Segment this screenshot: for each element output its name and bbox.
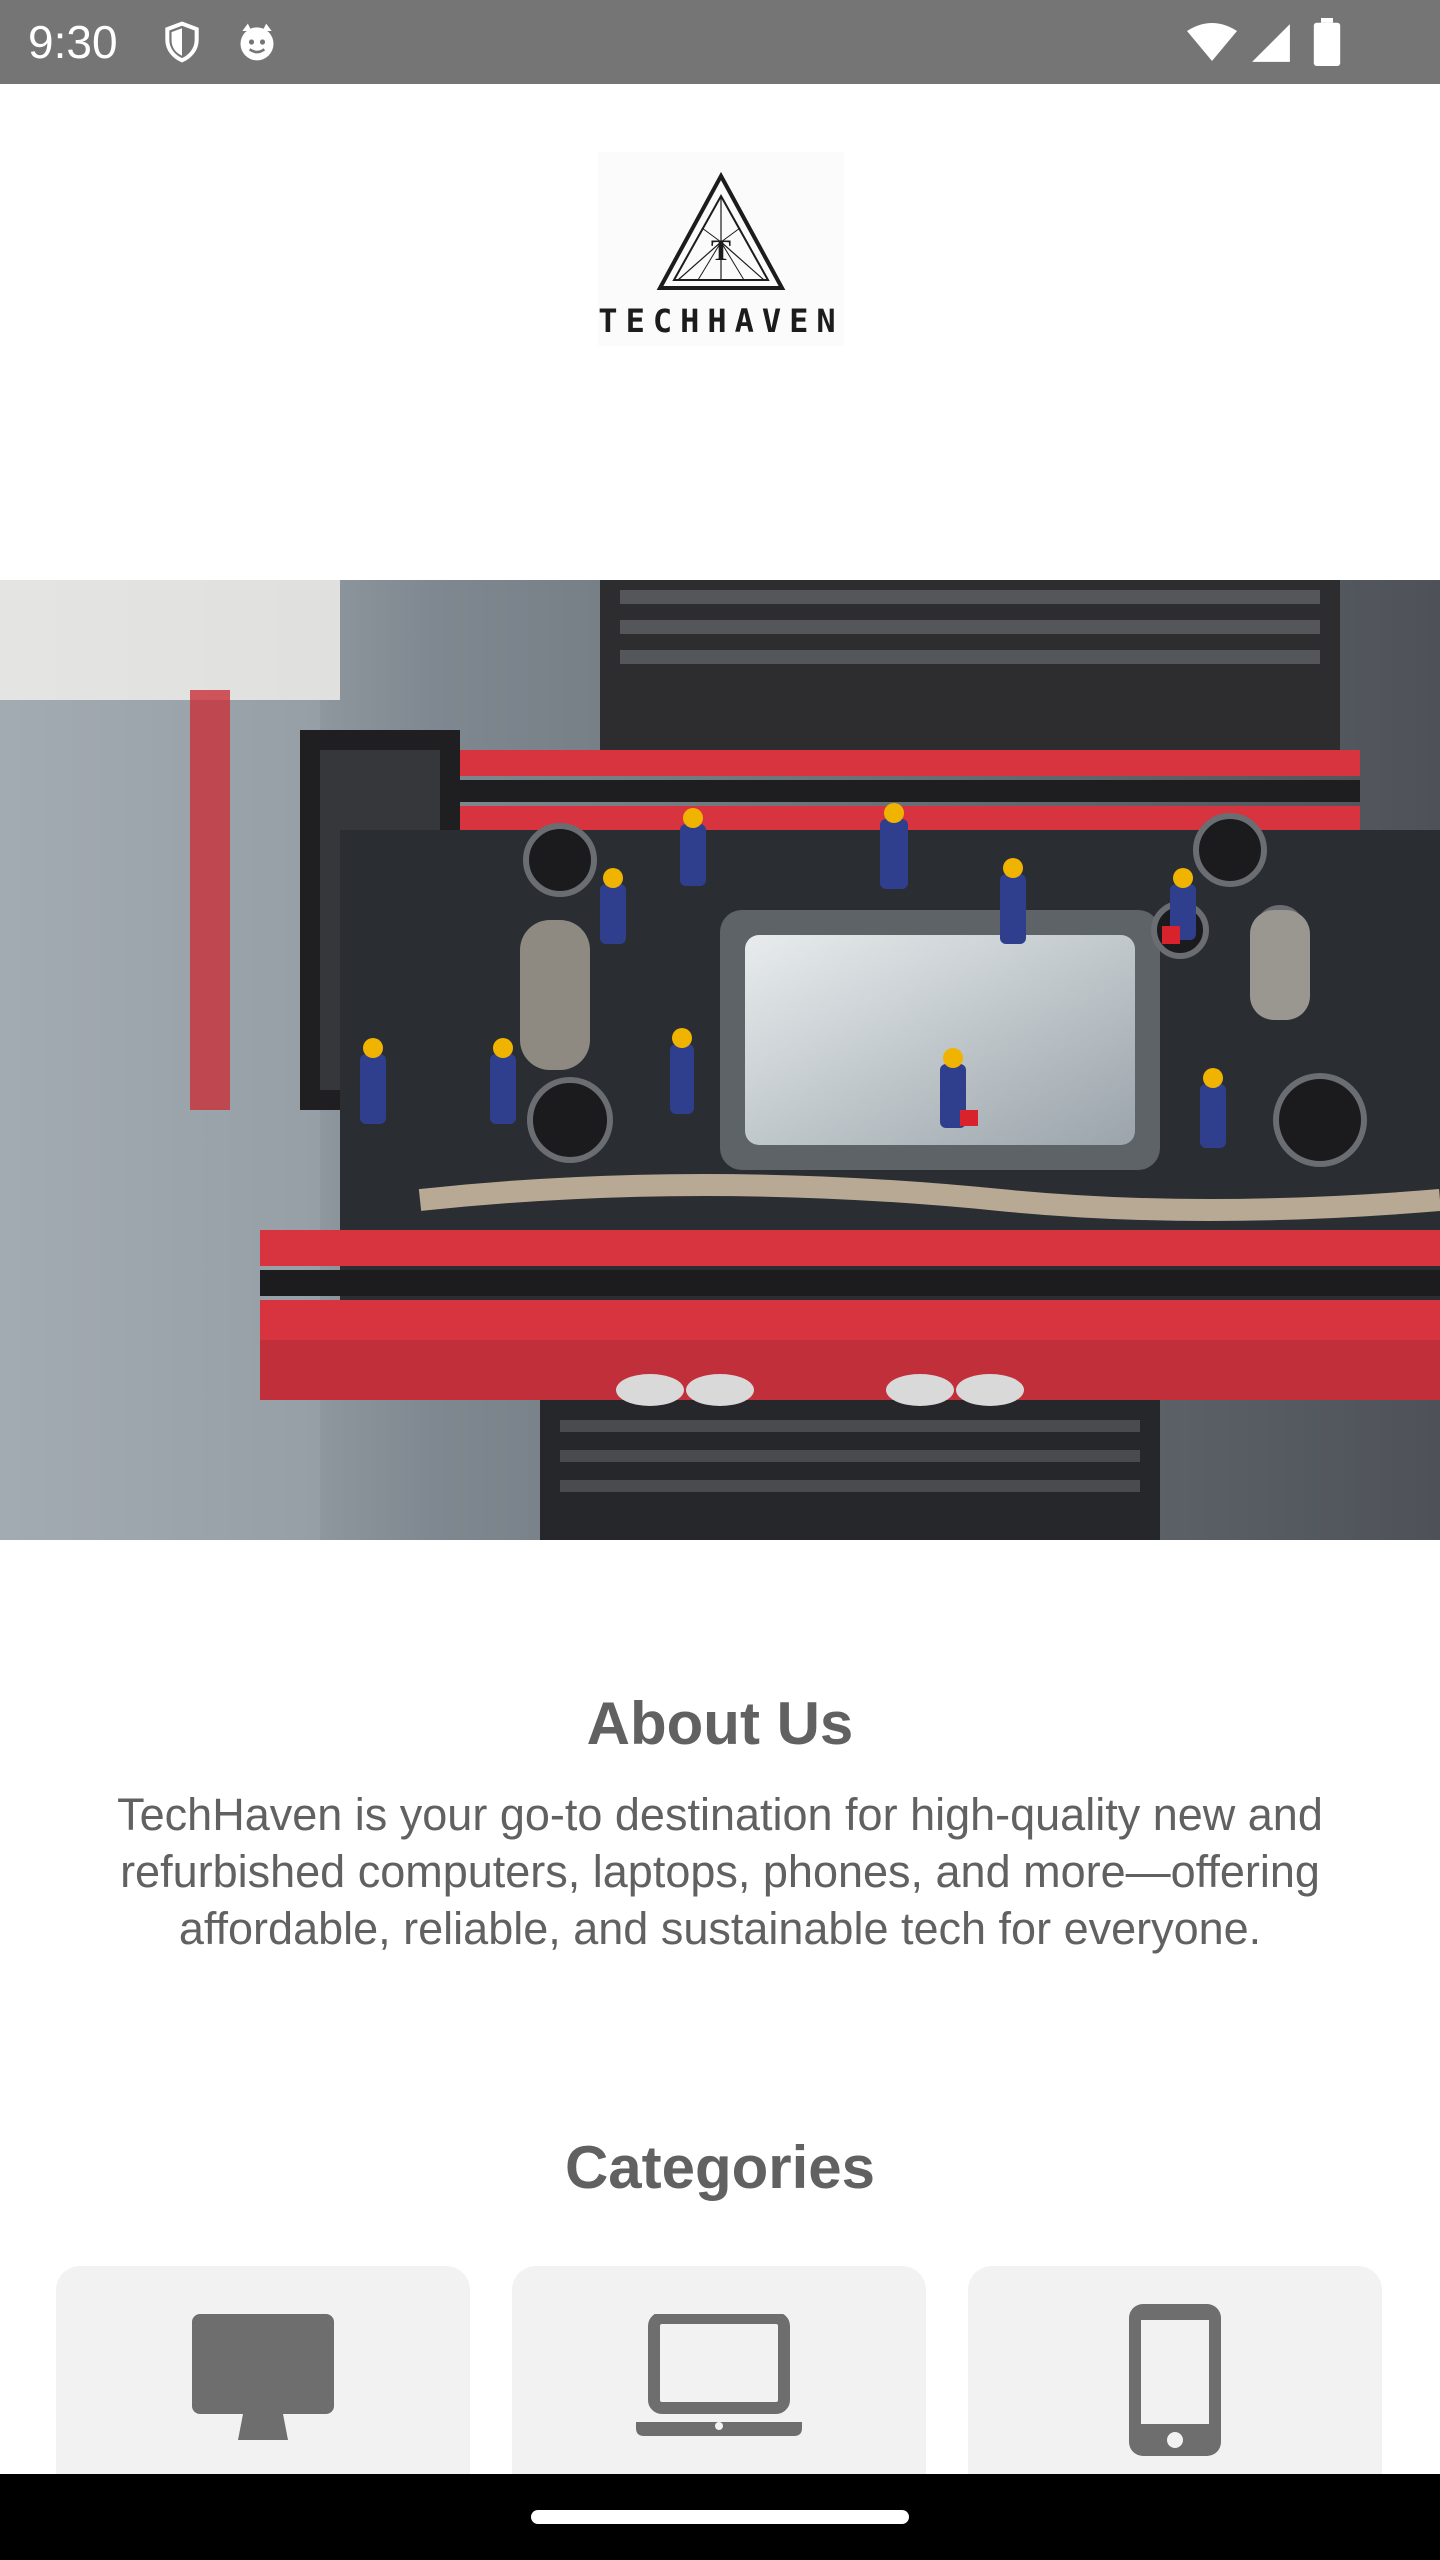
phone-icon	[1129, 2304, 1221, 2456]
battery-icon	[1312, 18, 1342, 66]
cellular-signal-icon	[1250, 22, 1292, 64]
desktop-icon	[192, 2314, 334, 2440]
shield-icon	[160, 20, 204, 64]
status-bar: 9:30	[0, 0, 1440, 84]
status-time: 9:30	[28, 16, 118, 68]
about-title: About Us	[586, 1690, 854, 1757]
hero-image	[0, 580, 1440, 1540]
system-navigation-bar	[0, 2474, 1440, 2560]
cat-face-icon	[234, 20, 280, 64]
about-description: TechHaven is your go-to destination for …	[117, 1789, 1323, 1954]
logo-letter: T	[711, 234, 731, 267]
logo-brand-text: TECHHAVEN	[598, 302, 844, 340]
home-gesture-handle[interactable]	[531, 2510, 909, 2524]
wifi-icon	[1186, 22, 1238, 64]
categories-title: Categories	[564, 2134, 876, 2201]
techhaven-logo: T TECHHAVEN	[598, 152, 844, 346]
laptop-icon	[636, 2314, 802, 2436]
